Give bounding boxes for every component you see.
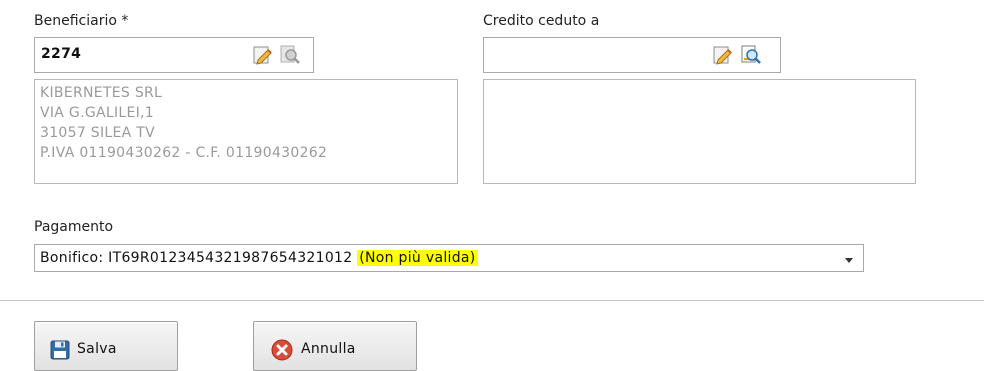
address-line: 31057 SILEA TV [40,125,156,141]
search-icon[interactable] [740,44,762,66]
floppy-disk-icon [50,340,70,360]
pagamento-label: Pagamento [34,219,114,235]
divider [0,300,984,301]
address-line: KIBERNETES SRL [40,85,163,101]
credito-code-input[interactable] [483,37,781,73]
save-button-label: Salva [77,341,117,357]
credito-address-box [483,79,916,184]
beneficiario-address-box: KIBERNETES SRL VIA G.GALILEI,1 31057 SIL… [34,79,458,184]
pagamento-iban: Bonifico: IT69R0123454321987654321012 [40,250,353,266]
edit-icon[interactable] [252,44,274,66]
pagamento-warning: (Non più valida) [357,250,478,266]
search-icon [279,44,301,66]
pagamento-selected-value: Bonifico: IT69R0123454321987654321012 (N… [40,250,478,266]
address-line: P.IVA 01190430262 - C.F. 01190430262 [40,145,328,161]
edit-icon[interactable] [712,44,734,66]
close-circle-icon [271,339,293,361]
beneficiario-code-input[interactable]: 2274 [34,37,314,73]
beneficiario-code-value: 2274 [41,46,82,62]
chevron-down-icon[interactable] [845,258,853,263]
pagamento-select[interactable]: Bonifico: IT69R0123454321987654321012 (N… [34,244,864,272]
save-button[interactable]: Salva [34,321,178,371]
beneficiario-label: Beneficiario * [34,13,129,29]
cancel-button-label: Annulla [301,341,356,357]
address-line: VIA G.GALILEI,1 [40,105,155,121]
cancel-button[interactable]: Annulla [253,321,417,371]
credito-ceduto-label: Credito ceduto a [483,13,600,29]
